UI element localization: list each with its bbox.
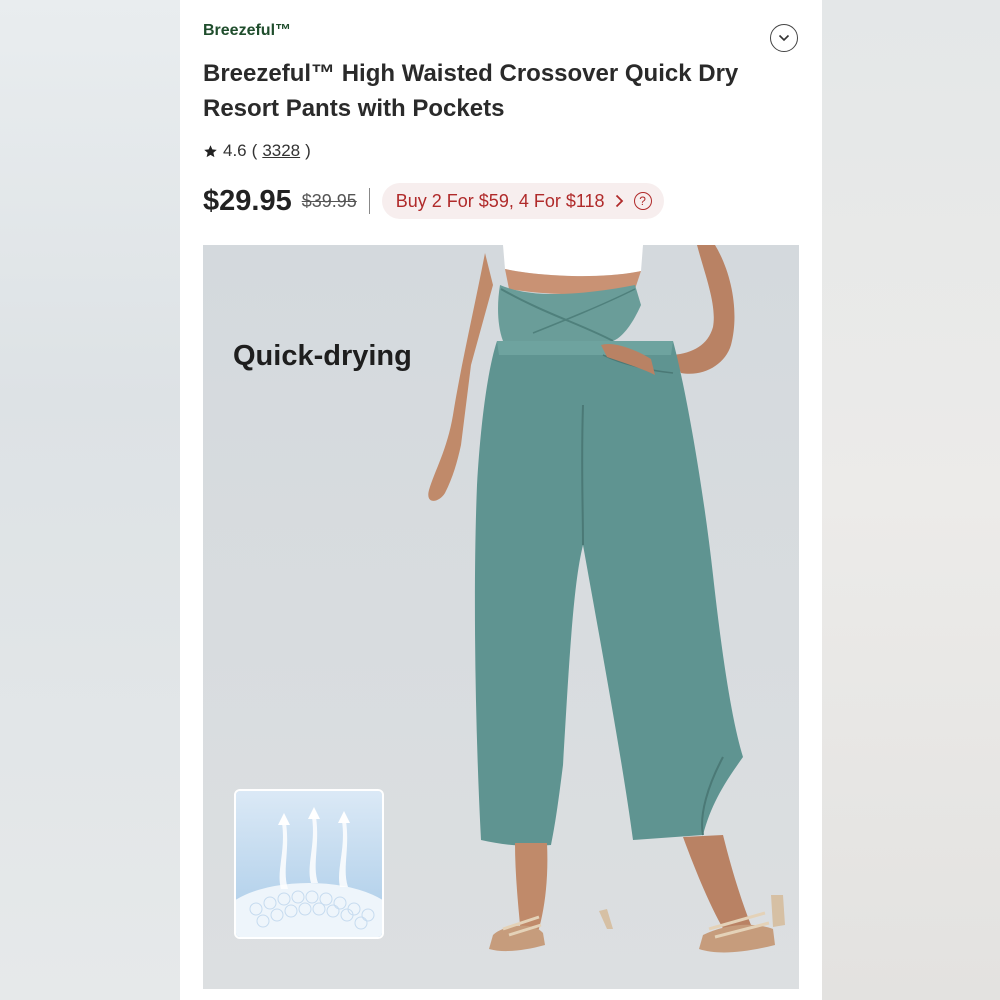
current-price: $29.95 <box>203 184 292 217</box>
price-divider <box>368 188 370 214</box>
brand-name[interactable]: Breezeful™ <box>203 22 291 40</box>
product-card: Breezeful™ Breezeful™ High Waisted Cross… <box>180 0 822 1000</box>
price-row: $29.95 $39.95 Buy 2 For $59, 4 For $118 … <box>203 180 664 222</box>
star-icon <box>204 144 217 157</box>
chevron-right-icon <box>615 194 623 208</box>
rating-summary: 4.6 ( 3328 ) <box>203 140 311 162</box>
chevron-down-icon <box>778 34 790 42</box>
quick-dry-fabric-illustration <box>236 791 382 937</box>
rating-open-paren: ( <box>251 141 258 160</box>
rating-close-paren: ) <box>305 141 311 160</box>
bundle-promo-button[interactable]: Buy 2 For $59, 4 For $118 ? <box>381 183 664 219</box>
product-image[interactable]: Quick-drying <box>203 245 799 989</box>
promo-text: Buy 2 For $59, 4 For $118 <box>395 190 605 211</box>
background-right <box>822 0 1000 1000</box>
review-count-link[interactable]: 3328 <box>262 141 300 161</box>
original-price: $39.95 <box>301 190 357 211</box>
product-title: Breezeful™ High Waisted Crossover Quick … <box>203 60 739 122</box>
question-circle-icon[interactable]: ? <box>633 192 652 210</box>
collapse-button[interactable] <box>770 24 798 52</box>
rating-value: 4.6 <box>223 141 247 160</box>
feature-label: Quick-drying <box>233 340 412 372</box>
fabric-detail-inset <box>234 789 384 939</box>
background-left <box>0 0 180 1000</box>
